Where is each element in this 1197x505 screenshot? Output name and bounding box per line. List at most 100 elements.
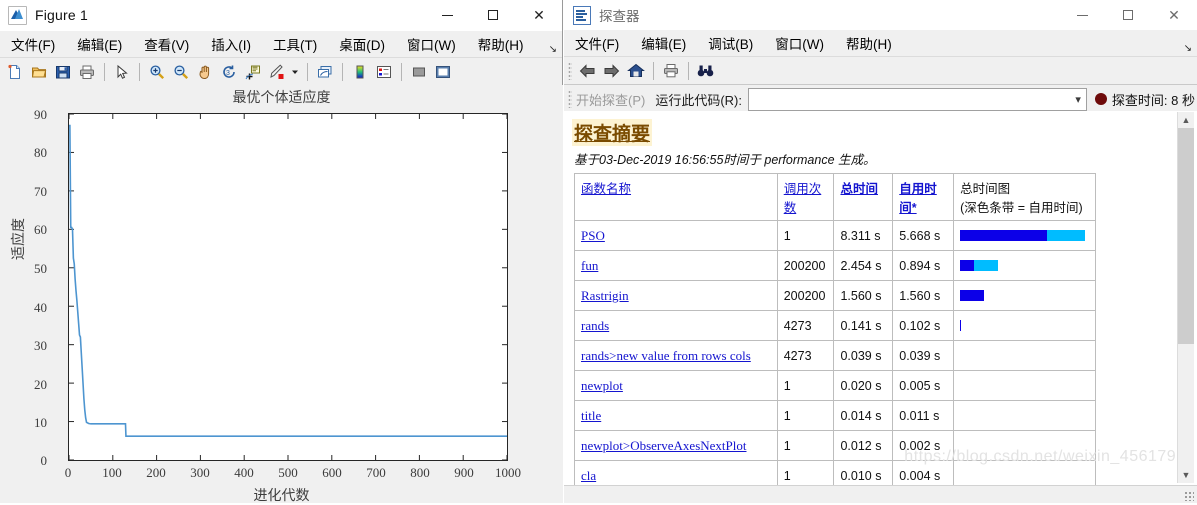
bar-header-line1: 总时间图 [960, 182, 1011, 196]
xtick-label-0: 0 [64, 465, 72, 480]
show-plot-tools-icon[interactable] [431, 61, 454, 84]
maximize-icon[interactable] [1105, 0, 1151, 30]
find-binoculars-icon[interactable] [694, 59, 717, 82]
resize-grip-icon[interactable] [1184, 491, 1194, 501]
start-profiling-button[interactable]: 开始探查(P) [576, 90, 645, 109]
function-link[interactable]: PSO [581, 228, 605, 243]
cell-total-time: 0.039 s [833, 340, 894, 371]
rotate-3d-icon[interactable]: 3 [217, 61, 240, 84]
function-link[interactable]: newplot [581, 378, 623, 393]
table-row: rands 4273 0.141 s 0.102 s [574, 310, 1096, 341]
scroll-down-icon[interactable]: ▼ [1178, 467, 1194, 483]
function-link[interactable]: fun [581, 258, 598, 273]
cell-self-time: 1.560 s [892, 280, 955, 311]
profiler-menu-window[interactable]: 窗口(W) [764, 30, 835, 56]
column-header-total-time-plot: 总时间图 (深色条带 = 自用时间) [953, 173, 1096, 221]
runbar-grip[interactable] [568, 90, 572, 108]
figure-toolbar: 3 [0, 58, 562, 87]
profiler-menu-debug[interactable]: 调试(B) [697, 30, 764, 56]
cell-function-name[interactable]: newplot>ObserveAxesNextPlot [574, 430, 778, 461]
cell-calls: 1 [776, 460, 835, 486]
cell-calls: 1 [776, 430, 835, 461]
cell-function-name[interactable]: cla [574, 460, 778, 486]
xtick-label-800: 800 [410, 465, 430, 480]
profiler-toolbar [564, 57, 1197, 85]
zoom-out-icon[interactable] [169, 61, 192, 84]
function-link[interactable]: rands>new value from rows cols [581, 348, 751, 363]
legend-icon[interactable] [372, 61, 395, 84]
profiler-statusbar [564, 485, 1197, 503]
column-header-self-time[interactable]: 自用时间* [892, 173, 955, 221]
menu-tools[interactable]: 工具(T) [262, 31, 328, 57]
menu-view[interactable]: 查看(V) [133, 31, 200, 57]
brush-dropdown-icon[interactable] [289, 61, 301, 84]
back-arrow-icon[interactable] [576, 59, 599, 82]
function-link[interactable]: Rastrigin [581, 288, 629, 303]
function-link[interactable]: rands [581, 318, 609, 333]
menu-edit[interactable]: 编辑(E) [66, 31, 133, 57]
data-cursor-icon[interactable] [241, 61, 264, 84]
menu-insert[interactable]: 插入(I) [200, 31, 262, 57]
link-plot-icon[interactable] [313, 61, 336, 84]
chart-x-axis-label: 进化代数 [253, 489, 310, 504]
toolbar-grip[interactable] [568, 61, 572, 80]
close-icon[interactable]: ✕ [1151, 0, 1197, 30]
maximize-icon[interactable] [470, 0, 516, 30]
cell-function-name[interactable]: newplot [574, 370, 778, 401]
menu-overflow-icon[interactable]: ↘ [549, 44, 557, 55]
bar-total-time [974, 260, 999, 271]
function-link[interactable]: title [581, 408, 601, 423]
scrollbar-thumb[interactable] [1178, 128, 1194, 344]
profiler-menu-file[interactable]: 文件(F) [564, 30, 630, 56]
print-figure-icon[interactable] [75, 61, 98, 84]
scroll-up-icon[interactable]: ▲ [1178, 112, 1194, 128]
new-figure-icon[interactable] [3, 61, 26, 84]
profiler-report-body: 探查摘要 基于03-Dec-2019 16:56:55时间于 performan… [564, 111, 1197, 486]
menu-desktop[interactable]: 桌面(D) [328, 31, 396, 57]
cell-function-name[interactable]: PSO [574, 220, 778, 251]
menu-window[interactable]: 窗口(W) [396, 31, 467, 57]
menu-help[interactable]: 帮助(H) [467, 31, 535, 57]
figure-window: Figure 1 ✕ 文件(F) 编辑(E) 查看(V) 插入(I) 工具(T)… [0, 0, 563, 504]
run-code-combobox[interactable]: ▾ [748, 87, 1087, 111]
xtick-label-700: 700 [366, 465, 386, 480]
zoom-in-icon[interactable] [145, 61, 168, 84]
cell-self-time: 0.039 s [892, 340, 955, 371]
figure-window-controls: ✕ [424, 0, 562, 30]
cell-function-name[interactable]: fun [574, 250, 778, 281]
table-row: title 1 0.014 s 0.011 s [574, 400, 1096, 431]
bar-total-time [1047, 230, 1086, 241]
open-file-icon[interactable] [27, 61, 50, 84]
home-icon[interactable] [624, 59, 647, 82]
colorbar-icon[interactable] [348, 61, 371, 84]
close-icon[interactable]: ✕ [516, 0, 562, 30]
cell-function-name[interactable]: title [574, 400, 778, 431]
profiler-menu-help[interactable]: 帮助(H) [835, 30, 903, 56]
column-header-calls[interactable]: 调用次数 [777, 173, 835, 221]
profiler-menu-edit[interactable]: 编辑(E) [630, 30, 697, 56]
profiler-menu-overflow-icon[interactable]: ↘ [1184, 43, 1192, 54]
minimize-icon[interactable] [1059, 0, 1105, 30]
column-header-total-time[interactable]: 总时间 [833, 173, 894, 221]
pan-icon[interactable] [193, 61, 216, 84]
print-icon[interactable] [659, 59, 682, 82]
cell-calls: 4273 [776, 340, 835, 371]
column-header-function-name[interactable]: 函数名称 [574, 173, 778, 221]
function-link[interactable]: newplot>ObserveAxesNextPlot [581, 438, 746, 453]
edit-plot-pointer-icon[interactable] [110, 61, 133, 84]
chart-line-series [69, 124, 507, 437]
brush-data-icon[interactable] [265, 61, 288, 84]
report-vertical-scrollbar[interactable]: ▲ ▼ [1177, 112, 1194, 483]
save-figure-icon[interactable] [51, 61, 74, 84]
cell-time-bar [953, 370, 1096, 401]
cell-function-name[interactable]: Rastrigin [574, 280, 778, 311]
forward-arrow-icon[interactable] [600, 59, 623, 82]
menu-file[interactable]: 文件(F) [0, 31, 66, 57]
cell-function-name[interactable]: rands>new value from rows cols [574, 340, 778, 371]
minimize-icon[interactable] [424, 0, 470, 30]
function-link[interactable]: cla [581, 468, 596, 483]
chart-y-ticks [69, 113, 507, 461]
cell-function-name[interactable]: rands [574, 310, 778, 341]
hide-plot-tools-icon[interactable] [407, 61, 430, 84]
profile-summary-table: 函数名称 调用次数 总时间 自用时间* 总时间图 (深色条带 = 自用时间) P… [574, 173, 1096, 486]
